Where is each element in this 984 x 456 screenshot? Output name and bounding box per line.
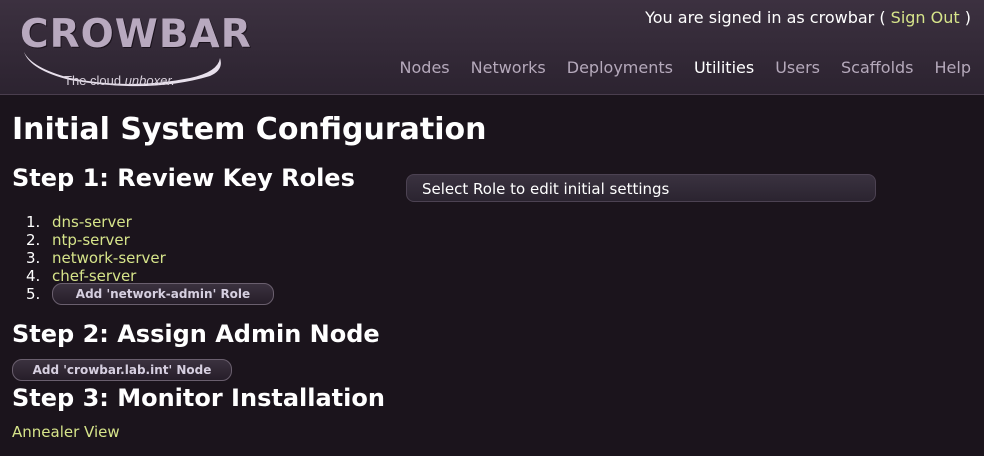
add-admin-node-button[interactable]: Add 'crowbar.lab.int' Node bbox=[12, 359, 232, 381]
role-settings-panel: Select Role to edit initial settings bbox=[406, 174, 876, 202]
annealer-view-link[interactable]: Annealer View bbox=[12, 423, 120, 441]
nav-networks[interactable]: Networks bbox=[471, 58, 546, 77]
list-number: 3. bbox=[26, 249, 41, 267]
sign-out-link[interactable]: Sign Out bbox=[891, 8, 960, 27]
signed-in-text: You are signed in as crowbar ( bbox=[645, 8, 886, 27]
role-link-dns-server[interactable]: dns-server bbox=[52, 213, 132, 231]
list-number: 5. bbox=[26, 285, 41, 303]
signed-in-suffix: ) bbox=[964, 8, 971, 27]
nav-users[interactable]: Users bbox=[775, 58, 820, 77]
role-link-network-server[interactable]: network-server bbox=[52, 249, 166, 267]
nav-help[interactable]: Help bbox=[935, 58, 971, 77]
list-item: 5. Add 'network-admin' Role bbox=[26, 283, 274, 305]
role-link-ntp-server[interactable]: ntp-server bbox=[52, 231, 130, 249]
logo-tagline: The cloud unboxer. bbox=[64, 73, 175, 88]
list-number: 1. bbox=[26, 213, 41, 231]
list-number: 2. bbox=[26, 231, 41, 249]
list-number: 4. bbox=[26, 267, 41, 285]
header-bar: CROWBAR The cloud unboxer. You are signe… bbox=[0, 0, 984, 95]
nav-utilities[interactable]: Utilities bbox=[694, 58, 754, 77]
page-title: Initial System Configuration bbox=[12, 112, 487, 147]
add-network-admin-role-button[interactable]: Add 'network-admin' Role bbox=[52, 283, 274, 305]
nav-scaffolds[interactable]: Scaffolds bbox=[841, 58, 914, 77]
step1-title: Step 1: Review Key Roles bbox=[12, 164, 355, 192]
nav-deployments[interactable]: Deployments bbox=[567, 58, 673, 77]
crowbar-logo[interactable]: CROWBAR The cloud unboxer. bbox=[10, 6, 251, 92]
key-roles-list: 1. dns-server 2. ntp-server 3. network-s… bbox=[26, 213, 274, 305]
step2-title: Step 2: Assign Admin Node bbox=[12, 320, 380, 348]
step3-title: Step 3: Monitor Installation bbox=[12, 384, 385, 412]
nav-nodes[interactable]: Nodes bbox=[400, 58, 450, 77]
list-item: 1. dns-server bbox=[26, 213, 274, 231]
list-item: 2. ntp-server bbox=[26, 231, 274, 249]
logo-wordmark: CROWBAR bbox=[20, 12, 252, 57]
user-status: You are signed in as crowbar ( Sign Out … bbox=[645, 8, 971, 27]
main-nav: Nodes Networks Deployments Utilities Use… bbox=[400, 58, 971, 77]
list-item: 3. network-server bbox=[26, 249, 274, 267]
